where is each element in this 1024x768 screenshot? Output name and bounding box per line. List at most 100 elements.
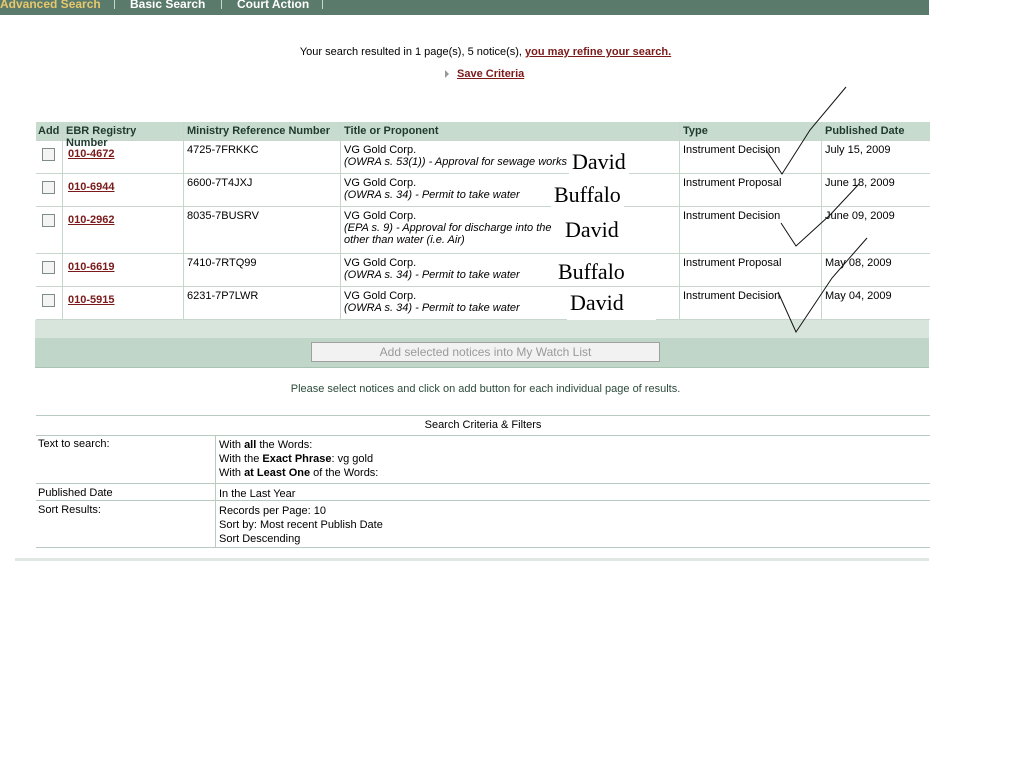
published-date: June 18, 2009 — [825, 177, 895, 189]
notice-type: Instrument Proposal — [680, 174, 822, 206]
add-cell — [36, 207, 63, 253]
ministry-reference: 4725-7FRKKC — [184, 141, 341, 173]
criteria-pre: With — [219, 467, 245, 479]
notice-description: (OWRA s. 34) - Permit to take water — [344, 189, 520, 201]
criteria-bold: at Least One — [244, 467, 311, 479]
add-checkbox[interactable] — [42, 261, 55, 274]
add-checkbox[interactable] — [42, 294, 55, 307]
criteria-line: With the Exact Phrase: vg gold — [219, 452, 378, 466]
registry-number-link[interactable]: 010-5915 — [68, 294, 115, 306]
criteria-line: With at Least One of the Words: — [219, 466, 378, 480]
ministry-reference: 6600-7T4JXJ — [184, 174, 341, 206]
criteria-bold: Exact Phrase — [262, 453, 332, 465]
add-cell — [36, 174, 63, 206]
results-count-text: Your search resulted in 1 page(s), 5 not… — [299, 46, 526, 58]
add-to-watch-list-button[interactable]: Add selected notices into My Watch List — [311, 342, 660, 362]
published-date: May 04, 2009 — [825, 290, 892, 302]
ministry-reference: 8035-7BUSRV — [184, 207, 341, 253]
nav-separator — [114, 0, 115, 9]
add-checkbox[interactable] — [42, 214, 55, 227]
title-proponent-cell: VG Gold Corp. (OWRA s. 34) - Permit to t… — [341, 174, 680, 206]
title-proponent-cell: VG Gold Corp. (OWRA s. 34) - Permit to t… — [341, 254, 680, 286]
triangle-right-icon — [445, 70, 449, 78]
notice-description-text: - Permit to take water — [412, 269, 520, 281]
criteria-text-values: With all the Words: With the Exact Phras… — [219, 438, 378, 480]
nav-basic-search[interactable]: Basic Search — [130, 0, 205, 11]
registry-number-link[interactable]: 010-6944 — [68, 181, 115, 193]
act-reference: OWRA s. 34 — [347, 302, 409, 314]
title-proponent-cell: VG Gold Corp. (EPA s. 9) - Approval for … — [341, 207, 680, 253]
act-reference: OWRA s. 34 — [347, 269, 409, 281]
handwritten-name: Buffalo — [551, 182, 624, 208]
act-reference: OWRA s. 34 — [347, 189, 409, 201]
notice-type: Instrument Decision — [680, 141, 822, 173]
criteria-date-label: Published Date — [38, 487, 113, 499]
add-cell — [36, 141, 63, 173]
table-row: 010-5915 6231-7P7LWR VG Gold Corp. (OWRA… — [36, 287, 930, 320]
add-checkbox[interactable] — [42, 181, 55, 194]
bottom-divider — [15, 558, 929, 561]
column-divider — [215, 501, 216, 547]
registry-cell: 010-6619 — [63, 254, 184, 286]
refine-search-link[interactable]: you may refine your search. — [525, 46, 671, 58]
table-row: 010-6619 7410-7RTQ99 VG Gold Corp. (OWRA… — [36, 254, 930, 287]
criteria-pre: With — [219, 439, 245, 451]
header-ebr-registry-number: EBR Registry Number — [63, 122, 184, 149]
registry-number-link[interactable]: 010-6619 — [68, 261, 115, 273]
act-reference: OWRA s. 53(1) — [347, 156, 422, 168]
header-published-date: Published Date — [825, 125, 905, 137]
registry-cell: 010-2962 — [63, 207, 184, 253]
header-title-or-proponent: Title or Proponent — [341, 122, 680, 140]
criteria-text-label: Text to search: — [38, 438, 110, 450]
criteria-post: the Words: — [256, 439, 313, 451]
notice-type: Instrument Proposal — [680, 254, 822, 286]
notice-description-text: - Permit to take water — [412, 302, 520, 314]
registry-cell: 010-4672 — [63, 141, 184, 173]
instruction-text: Please select notices and click on add b… — [290, 383, 681, 395]
notice-type: Instrument Decision — [680, 287, 822, 319]
handwritten-name: David — [562, 217, 622, 243]
criteria-sort-row: Sort Results: Records per Page: 10 Sort … — [36, 501, 930, 548]
header-add: Add — [36, 122, 63, 140]
criteria-line: With all the Words: — [219, 438, 378, 452]
table-header-row: Add EBR Registry Number Ministry Referen… — [36, 122, 930, 149]
nav-advanced-search[interactable]: Advanced Search — [0, 0, 101, 11]
column-divider — [215, 484, 216, 500]
criteria-sort-label: Sort Results: — [38, 504, 101, 516]
ministry-reference: 6231-7P7LWR — [184, 287, 341, 319]
add-checkbox[interactable] — [42, 148, 55, 161]
notice-description-text: - Permit to take water — [412, 189, 520, 201]
published-date: July 15, 2009 — [825, 144, 891, 156]
proponent-name: VG Gold Corp. — [344, 177, 417, 189]
column-divider — [215, 435, 216, 483]
notice-type: Instrument Decision — [680, 207, 822, 253]
ministry-reference: 7410-7RTQ99 — [184, 254, 341, 286]
criteria-line: Records per Page: 10 — [219, 505, 327, 517]
criteria-date-row: Published Date In the Last Year — [36, 484, 930, 501]
criteria-post: : vg gold — [331, 453, 374, 465]
header-type: Type — [680, 122, 822, 140]
table-row: 010-2962 8035-7BUSRV VG Gold Corp. (EPA … — [36, 207, 930, 254]
registry-number-link[interactable]: 010-2962 — [68, 214, 115, 226]
criteria-date-value: In the Last Year — [219, 488, 296, 500]
criteria-text-row: Text to search: With all the Words: With… — [36, 435, 930, 484]
title-proponent-cell: VG Gold Corp. (OWRA s. 53(1)) - Approval… — [341, 141, 680, 173]
published-date: May 08, 2009 — [825, 257, 892, 269]
save-criteria-link[interactable]: Save Criteria — [457, 68, 524, 80]
act-reference: EPA s. 9 — [347, 222, 390, 234]
add-cell — [36, 287, 63, 319]
criteria-line: Sort by: Most recent Publish Date — [219, 519, 383, 531]
header-ministry-reference-number: Ministry Reference Number — [184, 122, 341, 140]
registry-number-link[interactable]: 010-4672 — [68, 148, 115, 160]
criteria-bold: all — [244, 439, 257, 451]
notice-description-text: - Approval for discharge into the — [392, 222, 552, 234]
criteria-line: Sort Descending — [219, 533, 301, 545]
notice-description: (EPA s. 9) - Approval for discharge into… — [344, 222, 552, 234]
add-cell — [36, 254, 63, 286]
criteria-sort-values: Records per Page: 10 Sort by: Most recen… — [219, 504, 383, 546]
handwritten-name: David — [569, 149, 629, 175]
results-message: Your search resulted in 1 page(s), 5 not… — [0, 46, 971, 58]
registry-cell: 010-5915 — [63, 287, 184, 319]
notice-description-text: - Approval for sewage works — [425, 156, 567, 168]
nav-court-action[interactable]: Court Action — [237, 0, 309, 11]
